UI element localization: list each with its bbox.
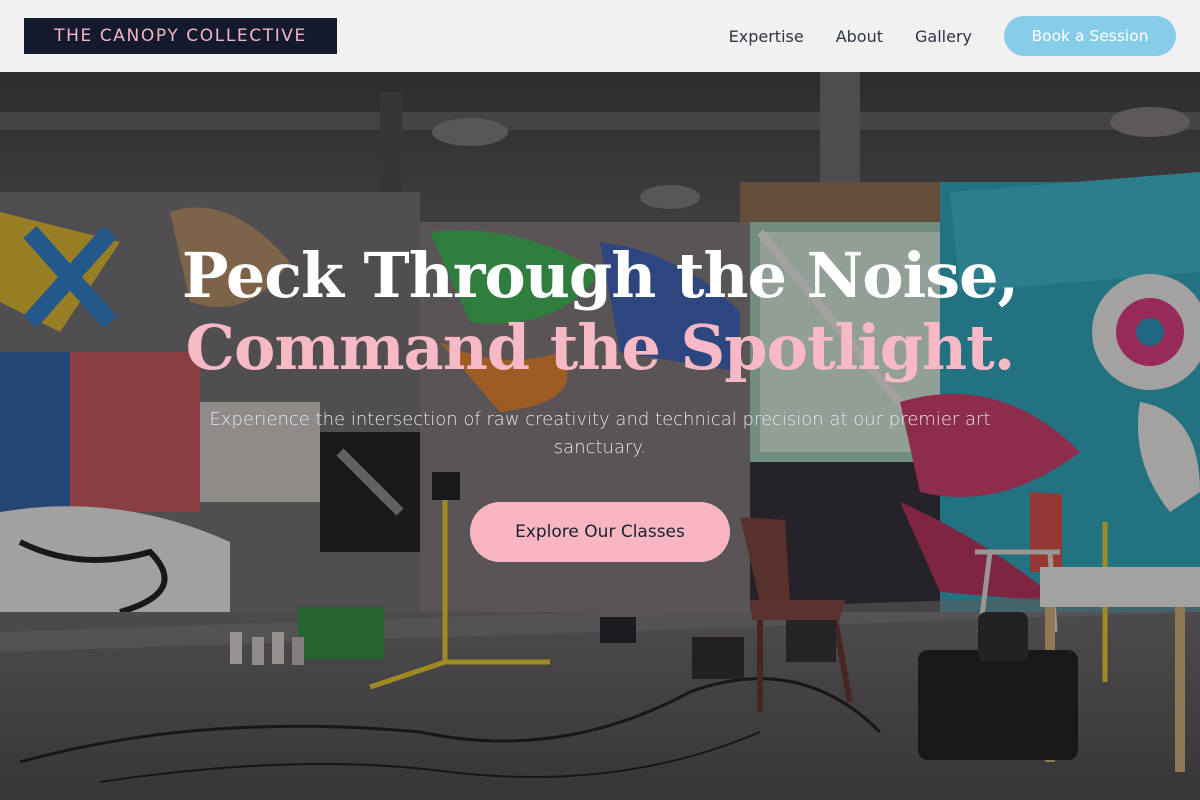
book-session-button[interactable]: Book a Session: [1004, 16, 1176, 56]
hero-content: Peck Through the Noise, Command the Spot…: [0, 72, 1200, 800]
hero-headline-line2: Command the Spotlight.: [185, 311, 1016, 384]
hero-section: Peck Through the Noise, Command the Spot…: [0, 72, 1200, 800]
nav-link-gallery[interactable]: Gallery: [915, 27, 972, 46]
hero-headline-line1: Peck Through the Noise,: [181, 239, 1019, 312]
main-nav: Expertise About Gallery Book a Session: [729, 16, 1176, 56]
hero-subtitle: Experience the intersection of raw creat…: [209, 409, 991, 458]
nav-link-about[interactable]: About: [836, 27, 883, 46]
site-logo[interactable]: THE CANOPY COLLECTIVE: [24, 18, 337, 54]
nav-link-expertise[interactable]: Expertise: [729, 27, 804, 46]
explore-classes-button[interactable]: Explore Our Classes: [470, 502, 730, 562]
site-header: THE CANOPY COLLECTIVE Expertise About Ga…: [0, 0, 1200, 72]
